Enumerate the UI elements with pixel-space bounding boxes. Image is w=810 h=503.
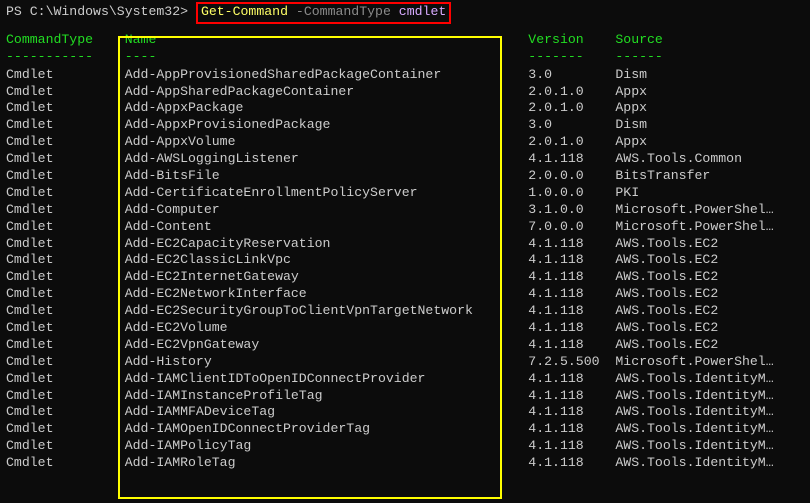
table-row: Cmdlet Add-IAMMFADeviceTag 4.1.118 AWS.T… — [6, 404, 804, 421]
table-header: CommandType Name Version Source — [6, 32, 804, 49]
table-row: Cmdlet Add-EC2ClassicLinkVpc 4.1.118 AWS… — [6, 252, 804, 269]
table-row: Cmdlet Add-EC2InternetGateway 4.1.118 AW… — [6, 269, 804, 286]
table-row: Cmdlet Add-IAMRoleTag 4.1.118 AWS.Tools.… — [6, 455, 804, 472]
table-row: Cmdlet Add-Computer 3.1.0.0 Microsoft.Po… — [6, 202, 804, 219]
table-row: Cmdlet Add-AppxVolume 2.0.1.0 Appx — [6, 134, 804, 151]
table-row: Cmdlet Add-EC2CapacityReservation 4.1.11… — [6, 236, 804, 253]
table-row: Cmdlet Add-AppxPackage 2.0.1.0 Appx — [6, 100, 804, 117]
command-name: Get-Command — [201, 4, 288, 19]
table-row: Cmdlet Add-EC2NetworkInterface 4.1.118 A… — [6, 286, 804, 303]
table-row: Cmdlet Add-EC2VpnGateway 4.1.118 AWS.Too… — [6, 337, 804, 354]
table-row: Cmdlet Add-EC2SecurityGroupToClientVpnTa… — [6, 303, 804, 320]
command-param: -CommandType — [288, 4, 399, 19]
table-row: Cmdlet Add-AppxProvisionedPackage 3.0 Di… — [6, 117, 804, 134]
table-row: Cmdlet Add-CertificateEnrollmentPolicySe… — [6, 185, 804, 202]
command-value: cmdlet — [399, 4, 446, 19]
table-row: Cmdlet Add-IAMClientIDToOpenIDConnectPro… — [6, 371, 804, 388]
prompt-prefix: PS C:\Windows\System32> — [6, 4, 196, 19]
table-row: Cmdlet Add-AppSharedPackageContainer 2.0… — [6, 84, 804, 101]
table-row: Cmdlet Add-IAMPolicyTag 4.1.118 AWS.Tool… — [6, 438, 804, 455]
table-row: Cmdlet Add-IAMOpenIDConnectProviderTag 4… — [6, 421, 804, 438]
table-row: Cmdlet Add-BitsFile 2.0.0.0 BitsTransfer — [6, 168, 804, 185]
prompt-line[interactable]: PS C:\Windows\System32> Get-Command -Com… — [6, 2, 804, 24]
table-row: Cmdlet Add-History 7.2.5.500 Microsoft.P… — [6, 354, 804, 371]
table-body: Cmdlet Add-AppProvisionedSharedPackageCo… — [6, 67, 804, 472]
table-row: Cmdlet Add-Content 7.0.0.0 Microsoft.Pow… — [6, 219, 804, 236]
table-row: Cmdlet Add-IAMInstanceProfileTag 4.1.118… — [6, 388, 804, 405]
table-row: Cmdlet Add-EC2Volume 4.1.118 AWS.Tools.E… — [6, 320, 804, 337]
terminal-output: PS C:\Windows\System32> Get-Command -Com… — [0, 0, 810, 474]
command-highlight-box: Get-Command -CommandType cmdlet — [196, 2, 451, 24]
table-row: Cmdlet Add-AWSLoggingListener 4.1.118 AW… — [6, 151, 804, 168]
table-row: Cmdlet Add-AppProvisionedSharedPackageCo… — [6, 67, 804, 84]
table-divider: ----------- ---- ------- ------ — [6, 49, 804, 66]
